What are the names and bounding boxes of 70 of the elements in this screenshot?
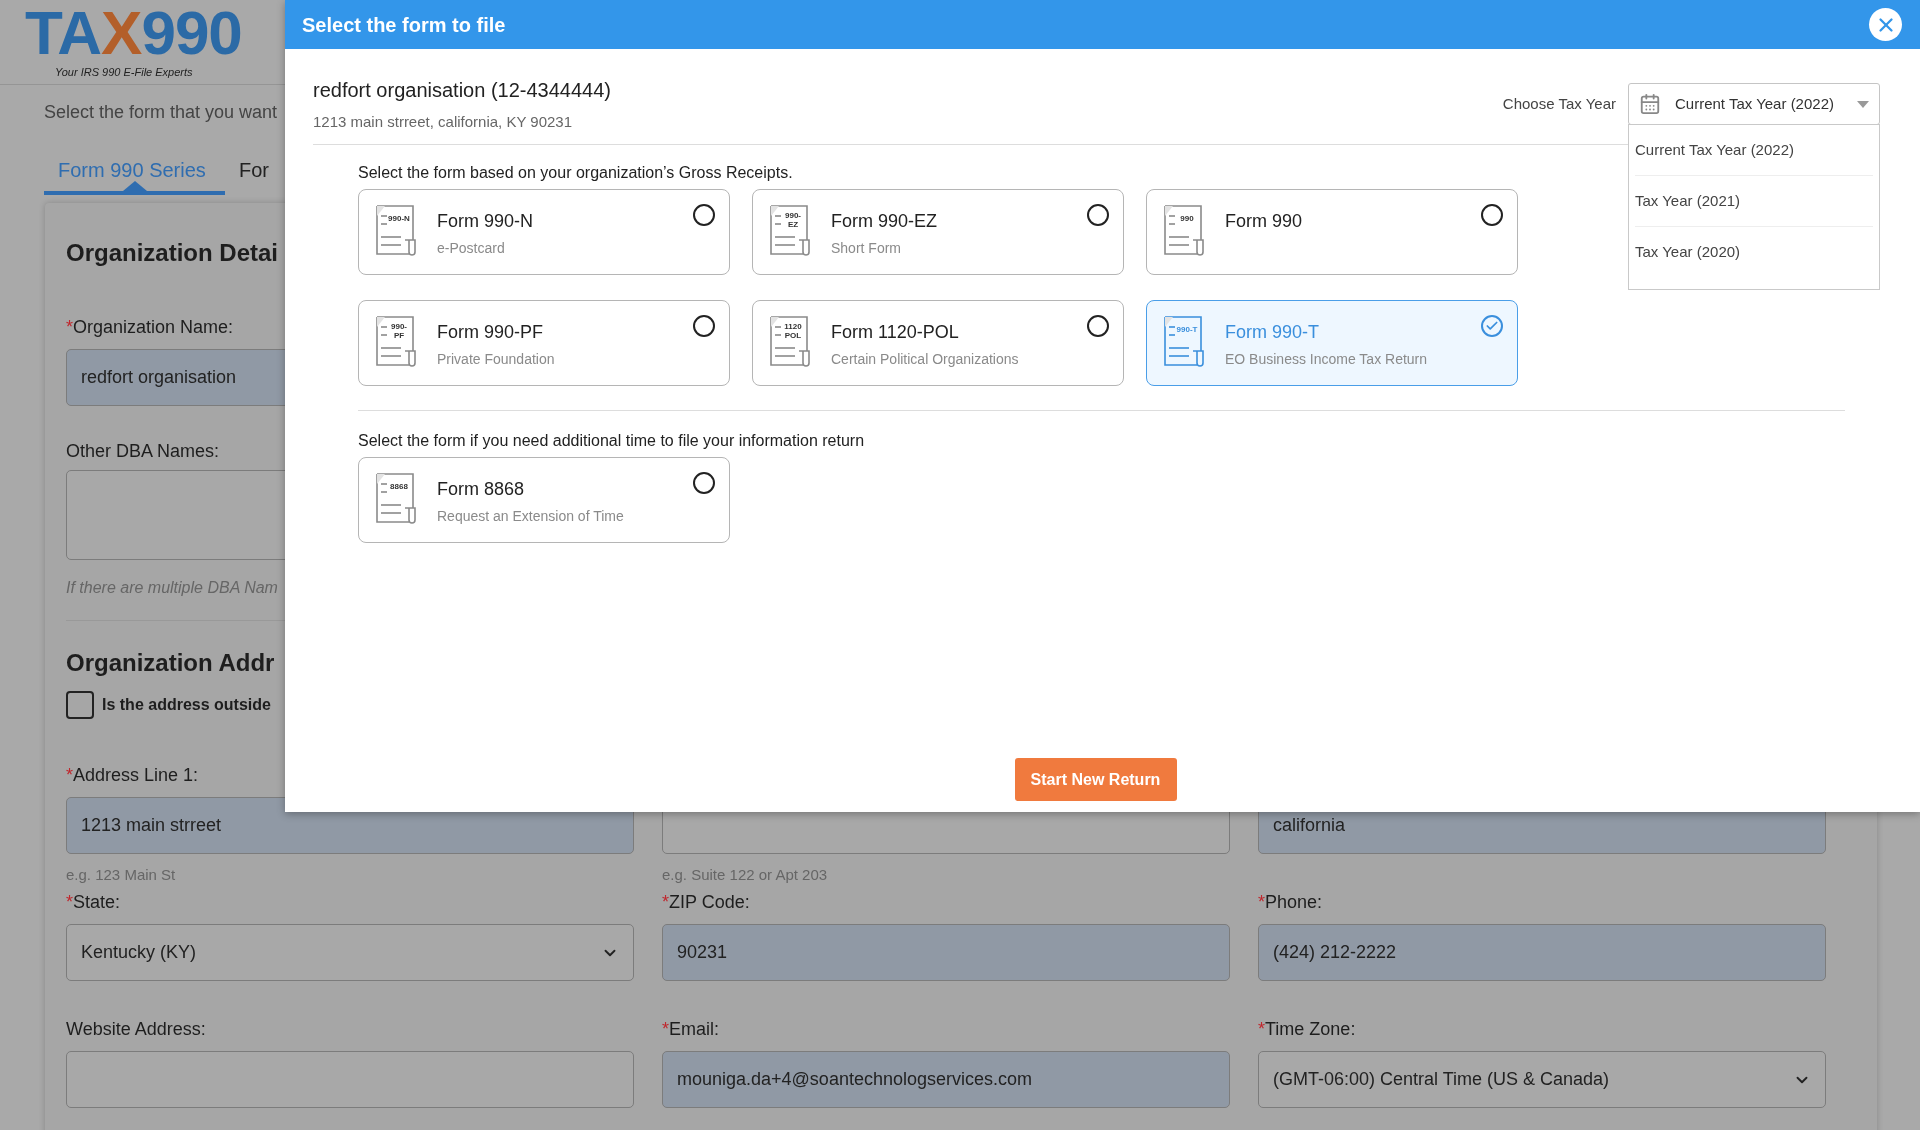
hint-text: e.g. Suite 122 or Apt 203 <box>662 865 829 882</box>
form-description: Certain Political Organizations <box>831 349 1019 369</box>
organization-name: redfort organisation (12-4344444) <box>313 78 611 103</box>
required-mark: * <box>662 890 669 914</box>
radio-button[interactable] <box>1087 314 1109 337</box>
select-field[interactable]: (GMT-06:00) Central Time (US & Canada) <box>1258 1051 1826 1108</box>
form-option-card[interactable]: 8868 Form 8868 Request an Extension of Time <box>358 456 730 543</box>
field-label: Time Zone: <box>1265 1017 1356 1041</box>
form-option-card[interactable]: 990- EZ Form 990-EZ Short Form <box>752 188 1124 275</box>
input-field[interactable]: 90231 <box>662 924 1230 981</box>
required-mark: * <box>66 315 73 339</box>
field-label: Other DBA Names: <box>66 440 220 458</box>
dropdown-option[interactable]: Current Tax Year (2022) <box>1635 125 1873 176</box>
field-label: ZIP Code: <box>669 890 750 914</box>
field-label: Phone: <box>1265 890 1323 914</box>
section-prompt: Select the form if you need additional time to file your information return <box>358 430 866 449</box>
form-description: Request an Extension of Time <box>437 506 624 526</box>
form-name: Form 990-EZ <box>831 209 938 233</box>
form-name: Form 990-T <box>1225 320 1321 344</box>
field-label: Organization Name: <box>73 315 234 339</box>
form-option-card[interactable]: 990-N Form 990-N e-Postcard <box>358 188 730 275</box>
required-mark: * <box>1258 890 1265 914</box>
required-mark: * <box>662 1017 669 1041</box>
checkbox-label: Is the address outside <box>102 695 271 715</box>
radio-button[interactable] <box>693 314 715 337</box>
hint-text: e.g. 123 Main St <box>66 865 177 882</box>
section-prompt: Select the form based on your organization’s Gross Receipts. <box>358 162 794 181</box>
required-mark: * <box>1258 1017 1265 1041</box>
input-field[interactable]: (424) 212-2222 <box>1258 924 1826 981</box>
field-label: State: <box>73 890 121 914</box>
dropdown-option[interactable]: Tax Year (2021) <box>1635 176 1873 227</box>
form-name: Form 990-N <box>437 209 534 233</box>
form-name: Form 8868 <box>437 477 526 501</box>
radio-button[interactable] <box>1481 203 1503 226</box>
form-name: Form 990-PF <box>437 320 545 344</box>
select-field[interactable]: Kentucky (KY) <box>66 924 634 981</box>
calendar-icon <box>1639 93 1661 115</box>
form-option-card[interactable]: 1120 POL Form 1120-POL Certain Political Organizations <box>752 299 1124 386</box>
checkmark-icon <box>1481 314 1503 337</box>
form-option-card[interactable]: 990 Form 990 <box>1146 188 1518 275</box>
form-name: Form 1120-POL <box>831 320 960 344</box>
form-description: e-Postcard <box>437 238 506 258</box>
radio-button[interactable] <box>693 471 715 494</box>
form-description: Short Form <box>831 238 902 258</box>
tax-year-label: Choose Tax Year <box>1502 94 1616 114</box>
field-label: Website Address: <box>66 1017 206 1041</box>
hint-text: If there are multiple DBA Nam <box>66 578 278 596</box>
input-field[interactable] <box>66 1051 634 1108</box>
required-mark: * <box>66 890 73 914</box>
field-label: Email: <box>669 1017 720 1041</box>
intro-text: Select the form that you want <box>44 101 278 121</box>
form-description: Private Foundation <box>437 349 555 369</box>
dropdown-option[interactable]: Tax Year (2020) <box>1635 227 1873 278</box>
modal-title: Select the form to file <box>302 12 506 38</box>
tab[interactable]: For <box>225 155 283 195</box>
tagline: Your IRS 990 E-File Experts <box>55 65 194 80</box>
section-heading: Organization Addr <box>66 648 275 675</box>
close-button[interactable] <box>1869 8 1902 41</box>
form-option-card[interactable]: 990- PF Form 990-PF Private Foundation <box>358 299 730 386</box>
caret-icon <box>1857 100 1869 108</box>
organization-address: 1213 main strreet, california, KY 90231 <box>313 112 574 132</box>
form-name: Form 990 <box>1225 209 1303 233</box>
radio-button[interactable] <box>1087 203 1109 226</box>
section-heading: Organization Detai <box>66 238 279 265</box>
form-description: EO Business Income Tax Return <box>1225 349 1428 369</box>
field-label: Address Line 1: <box>73 763 199 787</box>
radio-button[interactable] <box>693 203 715 226</box>
checkbox[interactable] <box>66 691 94 719</box>
required-mark: * <box>66 763 73 787</box>
input-field[interactable]: mouniga.da+4@soantechnologservices.com <box>662 1051 1230 1108</box>
